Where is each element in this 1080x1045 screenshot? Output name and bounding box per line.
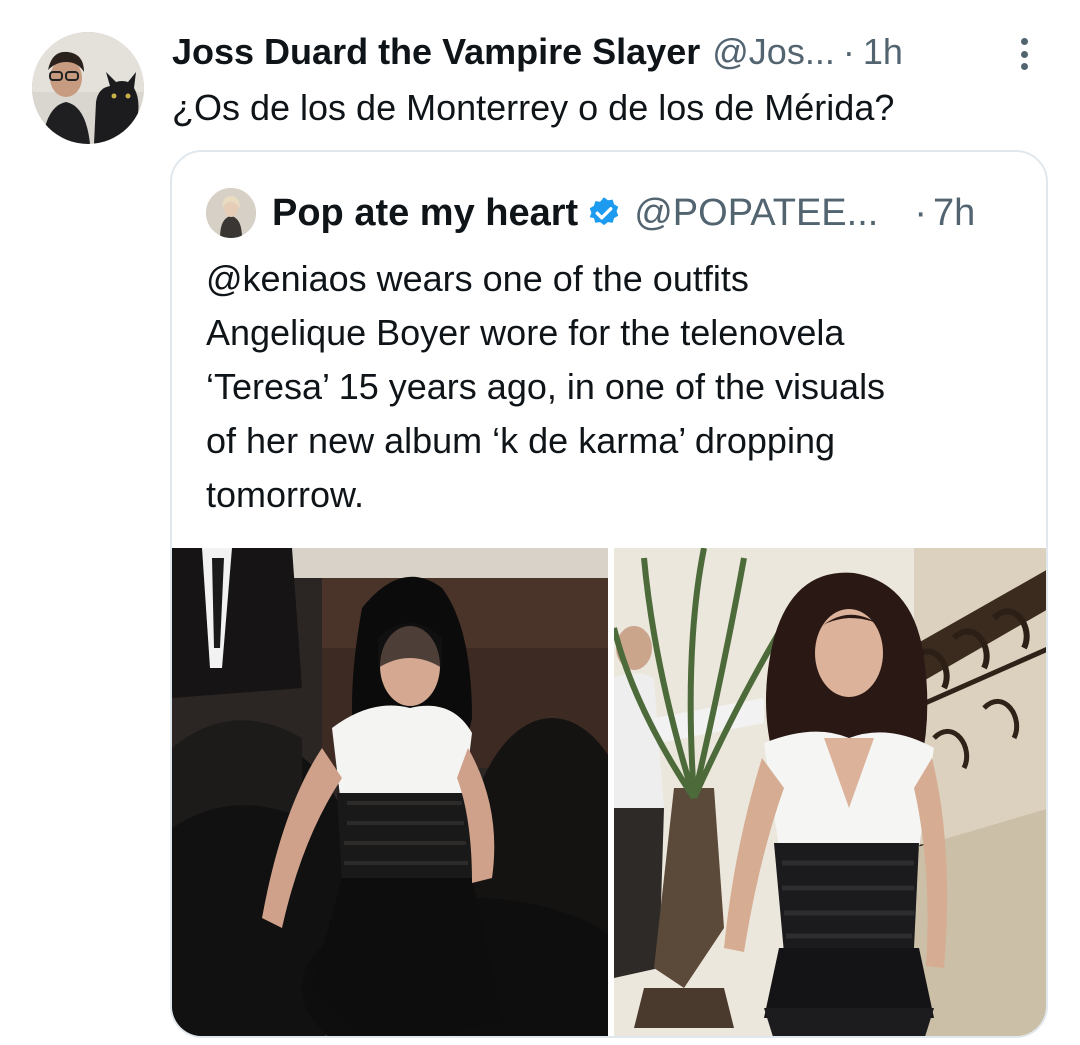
quoted-header: Pop ate my heart @POPATEE... · 7h [272,188,975,238]
more-vertical-icon[interactable] [1010,34,1038,74]
avatar[interactable] [32,32,144,144]
photo-left[interactable] [172,548,608,1036]
verified-badge-icon [586,195,622,231]
tweet[interactable]: Joss Duard the Vampire Slayer @Jos... · … [0,0,1080,1045]
quoted-text-line: tomorrow. [206,474,365,515]
tweet-text: ¿Os de los de Monterrey o de los de Méri… [172,87,895,128]
quoted-avatar[interactable] [206,188,256,238]
user-handle[interactable]: @Jos... [712,31,835,73]
media-grid [172,548,1046,1036]
quoted-tweet[interactable]: Pop ate my heart @POPATEE... · 7h @kenia… [170,150,1048,1038]
avatar-image [32,32,144,144]
tweet-time[interactable]: 1h [863,31,903,73]
quoted-time[interactable]: 7h [933,192,975,235]
quoted-text-line: ‘Teresa’ 15 years ago, in one of the vis… [206,366,886,407]
quoted-text-line: @keniaos wears one of the outfits [206,258,749,299]
photo-left-image [172,548,608,1036]
photo-right[interactable] [614,548,1046,1036]
separator-dot: · [914,191,927,234]
display-name[interactable]: Joss Duard the Vampire Slayer [172,31,700,73]
quoted-text-line: of her new album ‘k de karma’ dropping [206,420,835,461]
quoted-text-line: Angelique Boyer wore for the telenovela [206,312,845,353]
quoted-handle[interactable]: @POPATEE... [634,192,878,235]
quoted-avatar-image [206,188,256,238]
tweet-header: Joss Duard the Vampire Slayer @Jos... · … [172,30,903,74]
quoted-text: @keniaos wears one of the outfits Angeli… [206,252,1016,522]
quoted-display-name[interactable]: Pop ate my heart [272,192,578,235]
photo-right-image [614,548,1046,1036]
separator-dot: · [842,31,855,72]
